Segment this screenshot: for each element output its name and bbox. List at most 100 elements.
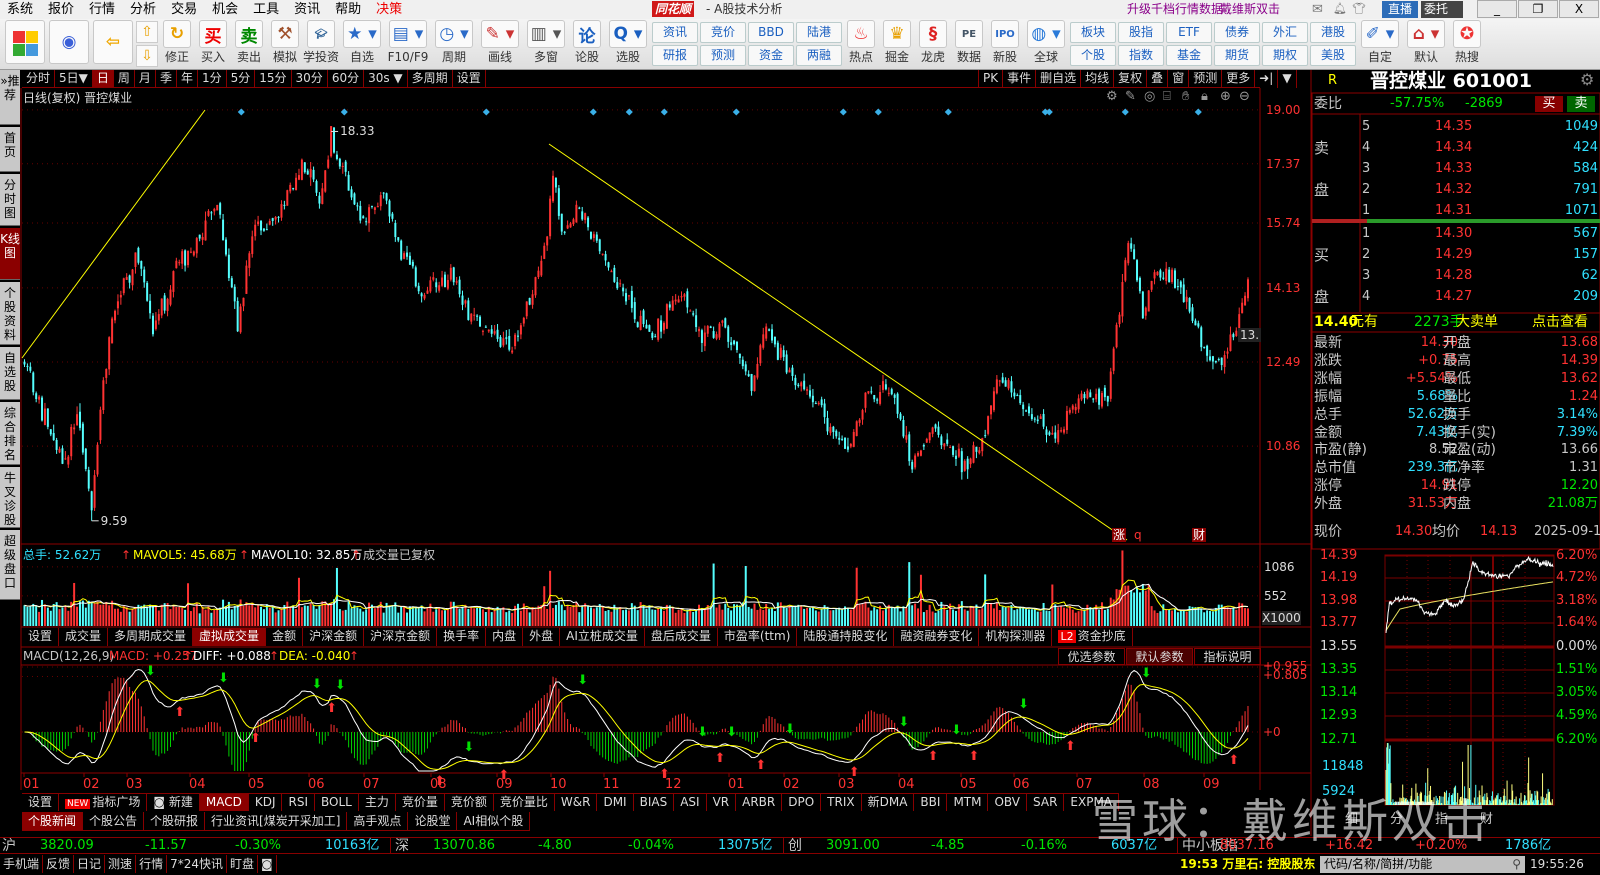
quote-bottom-tab[interactable]: 指 [1435, 812, 1448, 828]
quote-bottom-tab[interactable]: 细 [1345, 812, 1358, 828]
zoom-in-icon[interactable]: ⊕ [1220, 90, 1231, 104]
indicator-tab[interactable]: BIAS [634, 794, 675, 811]
news-tab[interactable]: 个股公告 [83, 812, 145, 830]
indicator-tab[interactable]: MACD [199, 794, 249, 811]
indicator-tab[interactable]: 新DMA [862, 794, 915, 811]
candle-up [610, 271, 613, 273]
indicator-tab[interactable]: BOLL [315, 794, 359, 811]
gear-icon[interactable]: ⚙ [1106, 90, 1118, 104]
indicator-tab[interactable]: ARBR [736, 794, 783, 811]
indicator-tab[interactable]: SAR [1027, 794, 1065, 811]
volume-tab[interactable]: 外盘 [523, 628, 561, 646]
indicator-tab[interactable]: 竞价量 [396, 794, 445, 811]
bid-price[interactable]: 14.27 [1435, 289, 1472, 305]
indicator-tab[interactable]: NEW 指标广场 [59, 794, 148, 811]
arrow-up-icon: ↑ [349, 649, 360, 663]
news-tab[interactable]: 行业资讯[煤炭开采加工] [205, 812, 348, 830]
volume-tab[interactable]: 沪深金额 [303, 628, 365, 646]
bid-price[interactable]: 14.29 [1435, 247, 1472, 263]
sell-button[interactable]: 卖 [1567, 96, 1595, 112]
volume-tab[interactable]: 融资融券变化 [894, 628, 980, 646]
order-balance-bid-bar [1312, 219, 1367, 223]
volume-tab[interactable]: 换手率 [437, 628, 487, 646]
macd-param-button[interactable]: 优选参数 [1058, 648, 1125, 665]
volume-tab[interactable]: 多周期成交量 [108, 628, 194, 646]
indicator-tab[interactable]: MTM [947, 794, 989, 811]
event-marker[interactable]: q [1134, 528, 1142, 542]
indicator-tab[interactable]: VR [707, 794, 737, 811]
ask-price[interactable]: 14.33 [1435, 161, 1472, 177]
volume-bar [662, 610, 665, 626]
indicator-tab[interactable]: OBV [988, 794, 1028, 811]
news-tab[interactable]: AI相似个股 [457, 812, 531, 830]
indicator-tab[interactable]: TRIX [821, 794, 862, 811]
basket-icon[interactable]: ⌸ [1163, 90, 1171, 104]
news-tab[interactable]: 论股堂 [408, 812, 458, 830]
index-name[interactable]: 深 [395, 839, 409, 853]
indicator-tab[interactable]: BBI [914, 794, 948, 811]
volume-tab[interactable]: 陆股通持股变化 [797, 628, 895, 646]
ask-price[interactable]: 14.31 [1435, 203, 1472, 219]
volume-tab[interactable]: 设置 [22, 628, 60, 646]
volume-tab[interactable]: 市盈率(ttm) [718, 628, 798, 646]
indicator-tab[interactable]: ASI [674, 794, 707, 811]
lock-icon[interactable]: 🔒︎ [1201, 90, 1208, 104]
indicator-tab[interactable]: ◙ 新建 [147, 794, 200, 811]
indicator-tab[interactable]: DMI [597, 794, 634, 811]
indicator-tab[interactable]: DPO [782, 794, 822, 811]
big-order-link[interactable]: 点击查看 [1532, 314, 1588, 330]
volume-tab[interactable]: 金额 [266, 628, 304, 646]
volume-tab[interactable]: 成交量 [59, 628, 109, 646]
indicator-tab[interactable]: KDJ [249, 794, 283, 811]
ask-volume: 1071 [1564, 203, 1598, 218]
indicator-tab[interactable]: 竞价额 [445, 794, 494, 811]
volume-tab[interactable]: 内盘 [486, 628, 524, 646]
volume-tab[interactable]: 沪深京金额 [364, 628, 438, 646]
indicator-tab[interactable]: EXPMA [1064, 794, 1120, 811]
indicator-tab[interactable]: 竞价量比 [494, 794, 555, 811]
volume-bar [1004, 607, 1007, 626]
index-name[interactable]: 沪 [2, 839, 16, 853]
volume-bar [1226, 607, 1229, 626]
month-label: 02 [783, 777, 800, 792]
news-tab[interactable]: 个股新闻 [22, 812, 84, 830]
buy-button[interactable]: 买 [1535, 96, 1563, 112]
candle-up [639, 315, 642, 331]
indicator-tab[interactable]: W&R [555, 794, 598, 811]
index-name[interactable]: 创 [788, 839, 802, 853]
macd-param-button[interactable]: 默认参数 [1126, 648, 1193, 665]
quote-bottom-tab[interactable]: 财 [1480, 812, 1493, 828]
volume-tab[interactable]: 虚拟成交量 [193, 628, 267, 646]
event-marker[interactable]: 财 [1192, 528, 1207, 542]
volume-tab[interactable]: AI立桩成交量 [560, 628, 645, 646]
ask-price[interactable]: 14.32 [1435, 182, 1472, 198]
settings-gear-icon[interactable]: ⚙ [1580, 72, 1594, 88]
indicator-tab[interactable]: RSI [282, 794, 315, 811]
ask-price[interactable]: 14.34 [1435, 140, 1472, 156]
volume-bar [327, 604, 330, 626]
news-tab[interactable]: 个股研报 [144, 812, 206, 830]
volume-bar [201, 606, 204, 626]
volume-tab[interactable]: L2 资金抄底 [1052, 628, 1133, 646]
indicator-tab[interactable]: 主力 [359, 794, 396, 811]
volume-tab[interactable]: 机构探测器 [979, 628, 1053, 646]
intraday-price-tick: 13.55 [1320, 639, 1358, 654]
macd-param-button[interactable]: 指标说明 [1194, 648, 1261, 665]
pen-icon[interactable]: ✎ [1125, 90, 1136, 104]
candle-down [528, 297, 531, 305]
bid-price[interactable]: 14.30 [1435, 226, 1472, 242]
hand-icon[interactable]: ✋︎ [1182, 90, 1189, 104]
eye-icon[interactable]: ◎ [1144, 90, 1155, 104]
volume-tab[interactable]: 盘后成交量 [645, 628, 718, 646]
candle-up [426, 290, 429, 294]
event-marker[interactable]: 涨 [1112, 528, 1127, 542]
indicator-tab[interactable]: 设置 [22, 794, 60, 811]
chart-canvas[interactable] [0, 0, 1600, 875]
news-tab[interactable]: 高手观点 [347, 812, 409, 830]
volume-bar [344, 609, 347, 626]
zoom-out-icon[interactable]: ⊖ [1239, 90, 1250, 104]
ask-price[interactable]: 14.35 [1435, 119, 1472, 135]
intraday-pct-tick: 6.20% [1556, 732, 1598, 747]
quote-bottom-tab[interactable]: 分 [1390, 812, 1403, 828]
bid-price[interactable]: 14.28 [1435, 268, 1472, 284]
